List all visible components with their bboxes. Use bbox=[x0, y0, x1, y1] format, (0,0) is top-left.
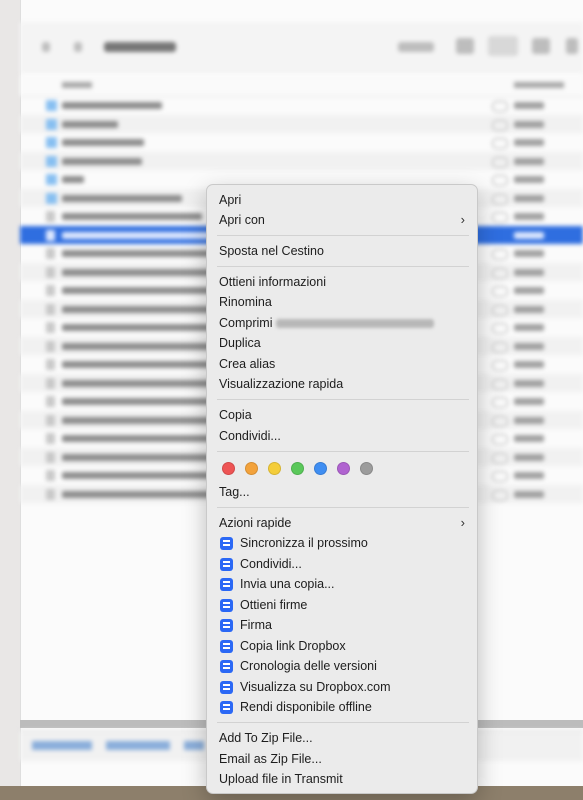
menu-item-duplicate[interactable]: Duplica bbox=[207, 333, 477, 353]
dropbox-icon bbox=[220, 619, 233, 632]
menu-item-quick-look[interactable]: Visualizzazione rapida bbox=[207, 374, 477, 394]
separator bbox=[217, 399, 469, 400]
table-row[interactable] bbox=[20, 96, 583, 115]
forward-button[interactable] bbox=[74, 42, 82, 52]
menu-item-share[interactable]: Condividi... bbox=[207, 426, 477, 446]
context-menu: Apri Apri con › Sposta nel Cestino Ottien… bbox=[206, 184, 478, 794]
menu-item-get-info[interactable]: Ottieni informazioni bbox=[207, 272, 477, 292]
menu-item-dropbox-sync[interactable]: Sincronizza il prossimo bbox=[207, 533, 477, 553]
list-view-button[interactable] bbox=[456, 38, 474, 54]
tag-purple-dot[interactable] bbox=[337, 462, 350, 475]
column-view-button[interactable] bbox=[488, 36, 518, 56]
menu-item-dropbox-sign[interactable]: Firma bbox=[207, 615, 477, 635]
dropbox-icon bbox=[220, 537, 233, 550]
dropbox-icon bbox=[220, 660, 233, 673]
menu-item-dropbox-share[interactable]: Condividi... bbox=[207, 554, 477, 574]
chevron-right-icon: › bbox=[460, 212, 465, 227]
dropbox-icon bbox=[220, 701, 233, 714]
dropbox-icon bbox=[220, 578, 233, 591]
menu-item-dropbox-offline[interactable]: Rendi disponibile offline bbox=[207, 697, 477, 717]
menu-item-add-to-zip[interactable]: Add To Zip File... bbox=[207, 728, 477, 748]
menu-item-dropbox-version-history[interactable]: Cronologia delle versioni bbox=[207, 656, 477, 676]
dropbox-icon bbox=[220, 681, 233, 694]
share-button[interactable] bbox=[566, 38, 578, 54]
menu-item-open-with[interactable]: Apri con › bbox=[207, 210, 477, 230]
menu-item-dropbox-send-copy[interactable]: Invia una copia... bbox=[207, 574, 477, 594]
separator bbox=[217, 235, 469, 236]
table-row[interactable] bbox=[20, 133, 583, 152]
separator bbox=[217, 722, 469, 723]
separator bbox=[217, 451, 469, 452]
tag-red-dot[interactable] bbox=[222, 462, 235, 475]
window-title bbox=[104, 42, 176, 52]
menu-item-dropbox-copy-link[interactable]: Copia link Dropbox bbox=[207, 636, 477, 656]
menu-item-compress[interactable]: Comprimi bbox=[207, 313, 477, 333]
tag-green-dot[interactable] bbox=[291, 462, 304, 475]
menu-item-upload-transmit[interactable]: Upload file in Transmit bbox=[207, 769, 477, 789]
menu-item-email-as-zip[interactable]: Email as Zip File... bbox=[207, 749, 477, 769]
table-row[interactable] bbox=[20, 151, 583, 170]
gallery-view-button[interactable] bbox=[532, 38, 550, 54]
dropbox-icon bbox=[220, 599, 233, 612]
dropbox-icon bbox=[220, 640, 233, 653]
toolbar bbox=[20, 22, 583, 74]
tag-colors bbox=[207, 459, 477, 479]
tag-blue-dot[interactable] bbox=[314, 462, 327, 475]
dropbox-icon bbox=[220, 558, 233, 571]
tag-yellow-dot[interactable] bbox=[268, 462, 281, 475]
menu-item-dropbox-view-online[interactable]: Visualizza su Dropbox.com bbox=[207, 677, 477, 697]
separator bbox=[217, 266, 469, 267]
table-row[interactable] bbox=[20, 114, 583, 133]
sidebar bbox=[0, 0, 21, 786]
menu-item-dropbox-get-signatures[interactable]: Ottieni firme bbox=[207, 595, 477, 615]
menu-item-quick-actions[interactable]: Azioni rapide › bbox=[207, 513, 477, 533]
menu-item-make-alias[interactable]: Crea alias bbox=[207, 354, 477, 374]
column-header bbox=[20, 74, 583, 97]
view-options-button[interactable] bbox=[398, 42, 434, 52]
back-button[interactable] bbox=[42, 42, 50, 52]
tag-gray-dot[interactable] bbox=[360, 462, 373, 475]
menu-item-rename[interactable]: Rinomina bbox=[207, 292, 477, 312]
separator bbox=[217, 507, 469, 508]
menu-item-open[interactable]: Apri bbox=[207, 190, 477, 210]
menu-item-copy[interactable]: Copia bbox=[207, 405, 477, 425]
chevron-right-icon: › bbox=[460, 515, 465, 530]
menu-item-tags[interactable]: Tag... bbox=[207, 482, 477, 502]
tag-orange-dot[interactable] bbox=[245, 462, 258, 475]
menu-item-move-to-trash[interactable]: Sposta nel Cestino bbox=[207, 241, 477, 261]
redacted-filename bbox=[276, 319, 435, 329]
